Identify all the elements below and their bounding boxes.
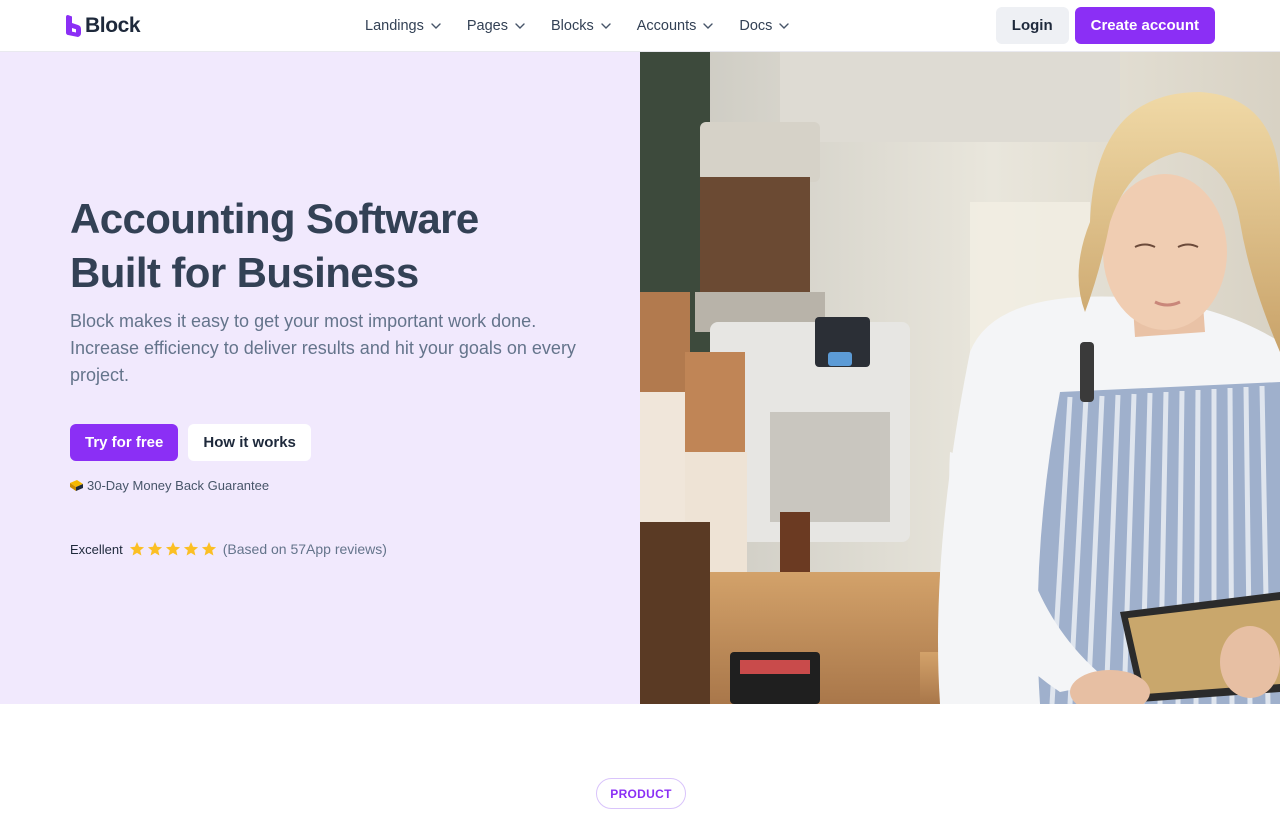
brand-name: Block [85, 14, 141, 37]
star-icon [201, 542, 216, 556]
guarantee-text: 30-Day Money Back Guarantee [87, 478, 270, 493]
hero-title-line-2: Built for Business [70, 249, 419, 296]
brand-home-link[interactable]: Block [66, 14, 141, 38]
rating-note: (Based on 57App reviews) [222, 541, 387, 557]
star-icon [147, 542, 162, 556]
hero-photo [640, 52, 1280, 704]
try-for-free-button[interactable]: Try for free [70, 424, 179, 461]
hero-title: Accounting Software Built for Business [70, 192, 590, 300]
hero-cta-group: Try for free How it works [70, 424, 311, 461]
login-button[interactable]: Login [995, 7, 1069, 44]
barista-tablet-photo [640, 52, 1280, 704]
top-navbar: Block Landings Pages Blocks Accounts Doc… [0, 0, 1280, 52]
nav-item-docs[interactable]: Docs [726, 0, 802, 52]
nav-item-label: Docs [739, 18, 773, 34]
chevron-down-icon [431, 23, 441, 29]
nav-item-label: Pages [466, 18, 508, 34]
star-icon [183, 542, 198, 556]
nav-item-accounts[interactable]: Accounts [624, 0, 727, 52]
review-rating: Excellent (Based on 57App reviews) [70, 541, 387, 557]
star-icon [129, 542, 144, 556]
how-it-works-button[interactable]: How it works [188, 424, 311, 461]
chevron-down-icon [703, 23, 714, 29]
chevron-down-icon [601, 23, 611, 29]
star-icon [165, 542, 180, 556]
hero-description: Block makes it easy to get your most imp… [70, 311, 576, 385]
rating-stars [129, 541, 217, 557]
nav-item-landings[interactable]: Landings [352, 0, 454, 52]
hero-title-line-1: Accounting Software [70, 195, 479, 242]
gold-bar-icon [70, 480, 83, 491]
nav-item-label: Accounts [636, 18, 697, 34]
chevron-down-icon [515, 23, 525, 29]
money-back-guarantee: 30-Day Money Back Guarantee [70, 478, 269, 493]
nav-item-label: Blocks [550, 18, 594, 34]
nav-item-label: Landings [365, 18, 424, 34]
main-nav: Landings Pages Blocks Accounts Docs [352, 0, 802, 52]
rating-label: Excellent [70, 541, 123, 557]
create-account-button[interactable]: Create account [1074, 7, 1215, 44]
nav-actions: Login Create account [995, 7, 1215, 44]
product-section-badge: PRODUCT [596, 778, 686, 809]
nav-item-pages[interactable]: Pages [454, 0, 538, 52]
chevron-down-icon [779, 23, 790, 29]
nav-item-blocks[interactable]: Blocks [538, 0, 624, 52]
block-logo-icon [66, 15, 81, 37]
